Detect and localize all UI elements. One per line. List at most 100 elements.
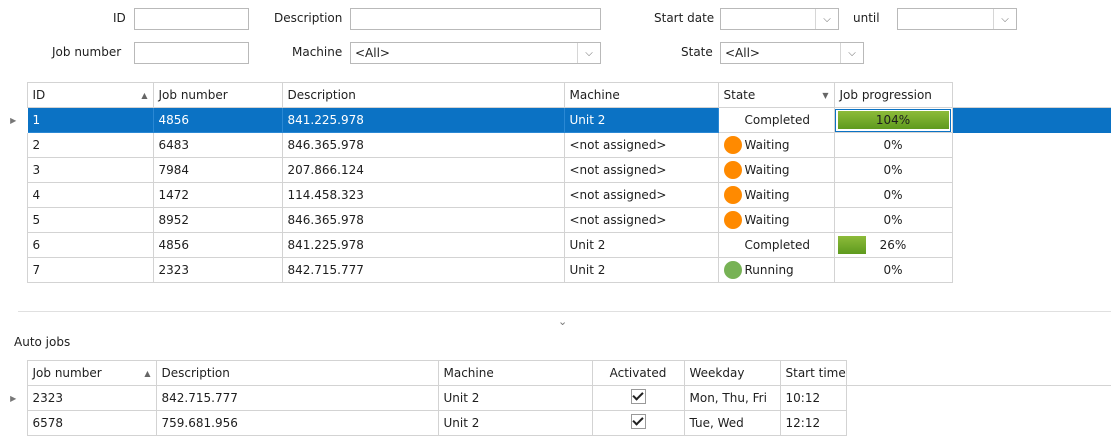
col-header-job-progression[interactable]: Job progression xyxy=(833,82,953,108)
cell-id[interactable]: 3 xyxy=(26,157,154,183)
cell-machine[interactable]: Unit 2 xyxy=(437,410,593,436)
description-input[interactable] xyxy=(350,8,601,30)
cell-state[interactable]: Waiting xyxy=(717,157,835,183)
table-row[interactable]: 5 8952 846.365.978 <not assigned> Waiting 0% xyxy=(0,207,1111,233)
cell-machine[interactable]: Unit 2 xyxy=(437,385,593,411)
cell-job-number[interactable]: 2323 xyxy=(152,257,283,283)
until-date-picker[interactable]: ⌵ xyxy=(897,8,1017,30)
cell-machine[interactable]: <not assigned> xyxy=(563,207,719,233)
splitter-chevron-down-icon[interactable]: ⌄ xyxy=(558,315,567,328)
cell-job-progression[interactable]: 26% xyxy=(833,232,953,258)
table-row[interactable]: 3 7984 207.866.124 <not assigned> Waiting 0% xyxy=(0,157,1111,183)
cell-state[interactable]: Completed xyxy=(717,107,835,133)
cell-machine[interactable]: Unit 2 xyxy=(563,232,719,258)
cell-state[interactable]: Running xyxy=(717,257,835,283)
cell-job-number[interactable]: 7984 xyxy=(152,157,283,183)
table-row[interactable]: ▶ 1 4856 841.225.978 Unit 2 Completed 104% xyxy=(0,107,1111,133)
header-filler xyxy=(952,82,1111,108)
cell-job-number[interactable]: 6483 xyxy=(152,132,283,158)
col-header-machine[interactable]: Machine xyxy=(437,360,593,386)
cell-job-progression[interactable]: 0% xyxy=(833,207,953,233)
table-row[interactable]: ▶ 2323 842.715.777 Unit 2 Mon, Thu, Fri 10:12 xyxy=(0,385,1111,411)
cell-weekday[interactable]: Tue, Wed xyxy=(683,410,781,436)
id-input[interactable] xyxy=(134,8,249,30)
col-header-start-time[interactable]: Start time xyxy=(779,360,847,386)
row-indicator xyxy=(0,207,28,233)
cell-weekday[interactable]: Mon, Thu, Fri xyxy=(683,385,781,411)
col-header-id-label: ID xyxy=(32,88,46,102)
auto-jobs-header-row: Job number ▲ Description Machine Activate… xyxy=(0,360,1111,386)
cell-description[interactable]: 207.866.124 xyxy=(281,157,565,183)
cell-machine[interactable]: Unit 2 xyxy=(563,257,719,283)
cell-state[interactable]: Completed xyxy=(717,232,835,258)
cell-description[interactable]: 842.715.777 xyxy=(155,385,439,411)
table-row[interactable]: 6 4856 841.225.978 Unit 2 Completed 26% xyxy=(0,232,1111,258)
start-date-picker[interactable]: ⌵ xyxy=(720,8,839,30)
cell-machine[interactable]: <not assigned> xyxy=(563,132,719,158)
checkbox-checked-icon[interactable] xyxy=(630,389,646,404)
table-row[interactable]: 6578 759.681.956 Unit 2 Tue, Wed 12:12 xyxy=(0,410,1111,436)
cell-job-progression[interactable]: 0% xyxy=(833,132,953,158)
chevron-down-icon[interactable]: ⌵ xyxy=(840,43,863,63)
col-header-description[interactable]: Description xyxy=(281,82,565,108)
table-row[interactable]: 4 1472 114.458.323 <not assigned> Waiting 0% xyxy=(0,182,1111,208)
cell-state-label: Waiting xyxy=(744,163,790,177)
cell-job-number[interactable]: 4856 xyxy=(152,232,283,258)
cell-description[interactable]: 846.365.978 xyxy=(281,207,565,233)
cell-job-progression[interactable]: 0% xyxy=(833,182,953,208)
cell-description[interactable]: 842.715.777 xyxy=(281,257,565,283)
cell-activated[interactable] xyxy=(591,385,685,411)
col-header-job-number[interactable]: Job number xyxy=(152,82,283,108)
cell-id[interactable]: 4 xyxy=(26,182,154,208)
cell-description[interactable]: 114.458.323 xyxy=(281,182,565,208)
cell-state[interactable]: Waiting xyxy=(717,207,835,233)
job-number-label: Job number xyxy=(52,45,122,59)
cell-job-number[interactable]: 1472 xyxy=(152,182,283,208)
table-row[interactable]: 2 6483 846.365.978 <not assigned> Waiting 0% xyxy=(0,132,1111,158)
cell-machine[interactable]: <not assigned> xyxy=(563,182,719,208)
row-indicator xyxy=(0,232,28,258)
cell-start-time[interactable]: 10:12 xyxy=(779,385,847,411)
cell-state-label: Completed xyxy=(744,113,810,127)
header-filler xyxy=(846,360,1111,386)
checkbox-checked-icon[interactable] xyxy=(630,414,646,429)
cell-job-number[interactable]: 8952 xyxy=(152,207,283,233)
cell-id[interactable]: 6 xyxy=(26,232,154,258)
cell-state[interactable]: Waiting xyxy=(717,182,835,208)
table-row[interactable]: 7 2323 842.715.777 Unit 2 Running 0% xyxy=(0,257,1111,283)
state-select[interactable]: <All> ⌵ xyxy=(720,42,864,64)
cell-start-time[interactable]: 12:12 xyxy=(779,410,847,436)
cell-job-progression[interactable]: 104% xyxy=(833,107,953,133)
cell-job-number[interactable]: 4856 xyxy=(152,107,283,133)
cell-description[interactable]: 841.225.978 xyxy=(281,232,565,258)
grid-divider xyxy=(18,311,1111,312)
cell-id[interactable]: 1 xyxy=(26,107,154,133)
chevron-down-icon[interactable]: ⌵ xyxy=(993,9,1016,29)
cell-id[interactable]: 7 xyxy=(26,257,154,283)
cell-description[interactable]: 759.681.956 xyxy=(155,410,439,436)
cell-description[interactable]: 846.365.978 xyxy=(281,132,565,158)
col-header-weekday[interactable]: Weekday xyxy=(683,360,781,386)
cell-id[interactable]: 2 xyxy=(26,132,154,158)
cell-job-number[interactable]: 6578 xyxy=(26,410,157,436)
cell-machine[interactable]: Unit 2 xyxy=(563,107,719,133)
chevron-down-icon[interactable]: ⌵ xyxy=(577,43,600,63)
col-header-id[interactable]: ID ▲ xyxy=(26,82,154,108)
col-header-machine[interactable]: Machine xyxy=(563,82,719,108)
cell-machine[interactable]: <not assigned> xyxy=(563,157,719,183)
cell-description[interactable]: 841.225.978 xyxy=(281,107,565,133)
col-header-description[interactable]: Description xyxy=(155,360,439,386)
machine-select[interactable]: <All> ⌵ xyxy=(350,42,601,64)
cell-job-progression[interactable]: 0% xyxy=(833,157,953,183)
chevron-down-icon[interactable]: ⌵ xyxy=(815,9,838,29)
cell-job-number[interactable]: 2323 xyxy=(26,385,157,411)
col-header-activated[interactable]: Activated xyxy=(591,360,685,386)
cell-activated[interactable] xyxy=(591,410,685,436)
cell-id[interactable]: 5 xyxy=(26,207,154,233)
col-header-job-number[interactable]: Job number ▲ xyxy=(26,360,157,386)
jobs-header-row: ID ▲ Job number Description Machine State… xyxy=(0,82,1111,108)
job-number-input[interactable] xyxy=(134,42,249,64)
cell-state[interactable]: Waiting xyxy=(717,132,835,158)
cell-job-progression[interactable]: 0% xyxy=(833,257,953,283)
col-header-state[interactable]: State ▼ xyxy=(717,82,835,108)
